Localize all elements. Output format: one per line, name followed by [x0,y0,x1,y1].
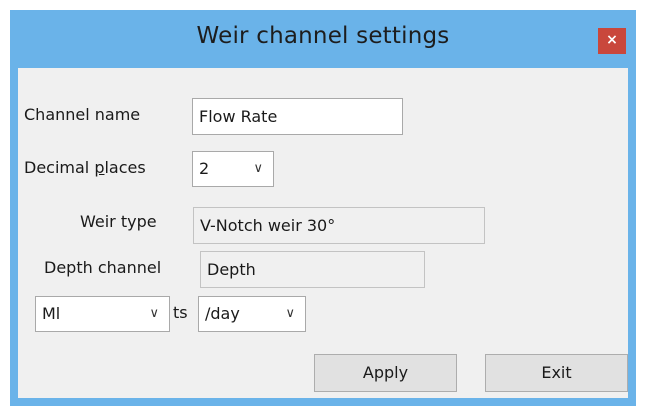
depth-channel-label: Depth channel [44,258,162,277]
weir-type-label: Weir type [80,212,157,231]
decimal-places-value: 2 [199,159,210,178]
chevron-down-icon: ∨ [253,161,263,176]
units-prefix-select[interactable]: Ml ∨ [35,296,170,332]
units-rate-value: /day [205,304,240,323]
chevron-down-icon: ∨ [285,306,295,321]
window-title: Weir channel settings [196,23,450,49]
decimal-places-accelerator: p [94,158,105,177]
title-bar[interactable]: Weir channel settings × [10,10,636,68]
close-button[interactable]: × [598,28,626,54]
apply-button[interactable]: Apply [314,354,457,392]
decimal-places-label-part: laces [104,158,146,177]
units-label: ts [173,303,188,322]
chevron-down-icon: ∨ [149,306,159,321]
decimal-places-label: Decimal places [24,158,146,177]
units-prefix-value: Ml [42,304,61,323]
decimal-places-select[interactable]: 2 ∨ [192,151,274,187]
channel-name-input[interactable]: Flow Rate [192,98,403,135]
close-icon: × [606,32,618,48]
units-rate-select[interactable]: /day ∨ [198,296,306,332]
channel-name-label: Channel name [24,105,141,124]
exit-button[interactable]: Exit [485,354,628,392]
depth-channel-field: Depth [200,251,425,288]
weir-type-field: V-Notch weir 30° [193,207,485,244]
decimal-places-label-part: Decimal [24,158,95,177]
dialog-window: Weir channel settings × Channel name Flo… [10,10,636,406]
dialog-body: Channel name Flow Rate Decimal places 2 … [18,68,628,398]
